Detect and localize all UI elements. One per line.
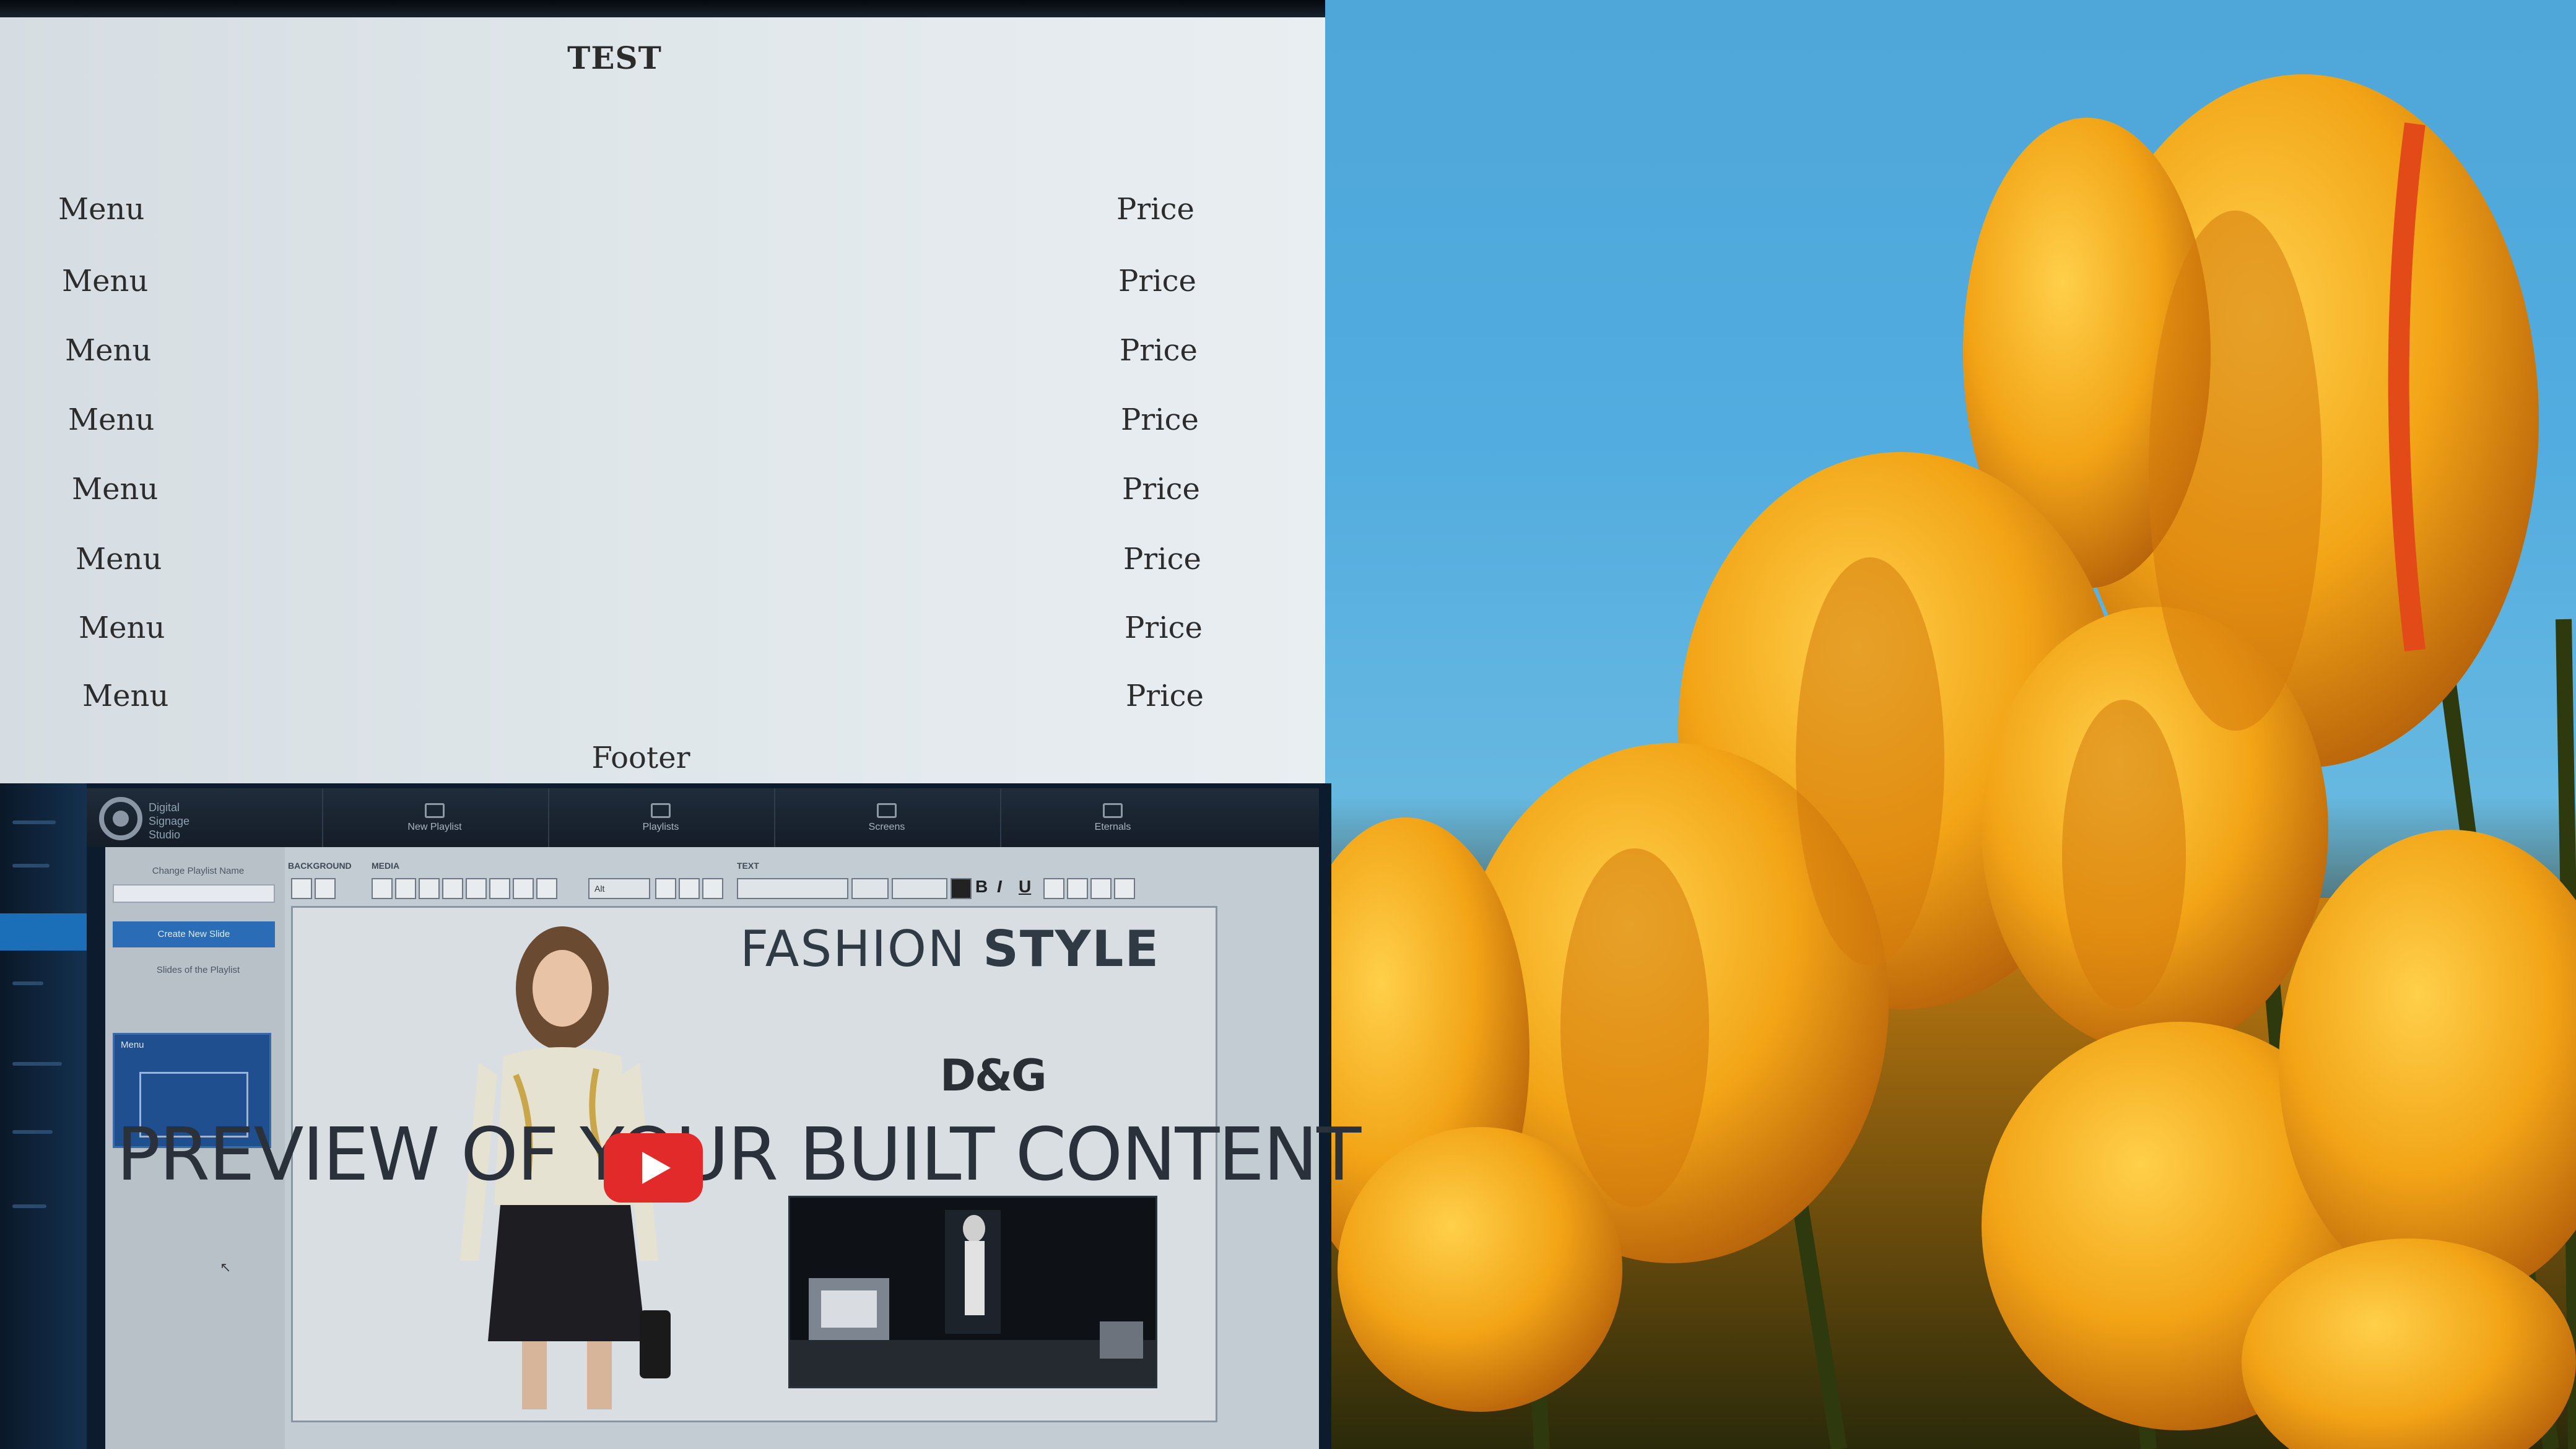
layers-icon (651, 803, 671, 818)
menu-row: Menu Price (0, 679, 1328, 728)
media-label: MEDIA (372, 861, 400, 871)
align-left-icon[interactable] (1043, 878, 1064, 899)
tab-label: Eternals (1094, 822, 1131, 832)
playlist-name-label: Change Playlist Name (152, 866, 245, 876)
youtube-play-icon[interactable] (604, 1133, 703, 1203)
monitor-icon (877, 803, 897, 818)
tab-eternals[interactable]: Eternals (1000, 788, 1224, 847)
menu-row: Menu Price (0, 192, 1328, 242)
menu-row: Menu Price (0, 264, 1328, 313)
rail-item[interactable] (12, 1204, 46, 1208)
align-justify-icon[interactable] (1114, 878, 1135, 899)
menu-item-name: Menu (65, 333, 152, 368)
app-brand: Digital Signage Studio (149, 801, 190, 841)
cms-nav-rail (0, 783, 87, 1449)
rail-item[interactable] (12, 981, 43, 985)
tab-label: Playlists (642, 822, 679, 832)
menu-item-name: Menu (82, 679, 169, 713)
font-family-select[interactable] (737, 878, 848, 899)
menu-board: TEST Menu Price Menu Price Menu Price Me… (0, 17, 1328, 785)
menu-item-name: Menu (68, 402, 155, 437)
rail-item[interactable] (12, 864, 50, 868)
slides-label: Slides of the Playlist (156, 965, 240, 975)
cms-top-navigation: Digital Signage Studio New Playlist Play… (87, 788, 1319, 847)
menu-item-price: Price (1118, 264, 1196, 298)
menu-list: Menu Price Menu Price Menu Price Menu Pr… (0, 17, 1328, 760)
runway-scene (790, 1210, 1155, 1386)
runway-video-thumbnail[interactable] (788, 1196, 1157, 1388)
text-color-button[interactable] (951, 878, 972, 899)
bold-button[interactable]: B (975, 877, 991, 899)
line-height-select[interactable] (892, 878, 947, 899)
menu-item-name: Menu (58, 192, 145, 227)
mouse-cursor-icon: ↖ (220, 1260, 232, 1276)
tab-playlists[interactable]: Playlists (548, 788, 772, 847)
menu-item-price: Price (1121, 402, 1199, 437)
canvas-brand-logo[interactable]: D&G (940, 1050, 1047, 1101)
alignment-select[interactable]: Alt (588, 878, 650, 899)
color-swatch-button[interactable] (291, 878, 312, 899)
text-icon[interactable] (395, 878, 416, 899)
tulip-illustration (1325, 74, 2576, 1449)
menu-row: Menu Price (0, 333, 1328, 383)
image-icon[interactable] (372, 878, 393, 899)
weather-icon[interactable] (513, 878, 534, 899)
slide-card-name: Menu (121, 1040, 144, 1050)
tab-label: Screens (868, 822, 905, 832)
tab-label: New Playlist (407, 822, 462, 832)
italic-button[interactable]: I (997, 877, 1013, 899)
tab-screens[interactable]: Screens (774, 788, 998, 847)
menu-item-name: Menu (62, 264, 149, 298)
clock-icon[interactable] (489, 878, 510, 899)
link-icon[interactable] (536, 878, 557, 899)
menu-item-price: Price (1116, 192, 1194, 227)
rail-active-item[interactable] (0, 913, 87, 951)
menu-row: Menu Price (0, 402, 1328, 452)
rail-item[interactable] (12, 820, 56, 824)
align-right-icon[interactable] (1090, 878, 1112, 899)
headline-light: FASHION (740, 920, 983, 978)
grid-icon[interactable] (442, 878, 463, 899)
create-slide-button[interactable]: Create New Slide (113, 921, 275, 947)
menu-footer: Footer (591, 741, 690, 775)
menu-row: Menu Price (0, 611, 1328, 660)
align-center-icon[interactable] (679, 878, 700, 899)
align-center-icon[interactable] (1067, 878, 1088, 899)
menu-row: Menu Price (0, 472, 1328, 521)
font-size-select[interactable] (851, 878, 889, 899)
background-label: BACKGROUND (288, 861, 352, 871)
menu-item-price: Price (1120, 333, 1198, 368)
rail-item[interactable] (12, 1062, 62, 1066)
menu-row: Menu Price (0, 542, 1328, 591)
menu-item-price: Price (1126, 679, 1204, 713)
tab-new-playlist[interactable]: New Playlist (322, 788, 546, 847)
video-icon[interactable] (419, 878, 440, 899)
menu-item-name: Menu (76, 542, 162, 577)
menu-item-price: Price (1122, 472, 1200, 507)
underline-button[interactable]: U (1019, 877, 1035, 899)
menu-item-name: Menu (79, 611, 165, 645)
image-background-button[interactable] (315, 878, 336, 899)
monitor-icon (425, 803, 445, 818)
monitor-icon (1103, 803, 1123, 818)
text-label: TEXT (737, 861, 759, 871)
align-right-icon[interactable] (702, 878, 723, 899)
menu-item-price: Price (1123, 542, 1201, 577)
app-logo-icon (99, 797, 142, 840)
playlist-name-input[interactable] (113, 884, 275, 903)
headline-bold: STYLE (983, 920, 1160, 978)
list-icon[interactable] (466, 878, 487, 899)
align-left-icon[interactable] (655, 878, 676, 899)
menu-item-price: Price (1125, 611, 1203, 645)
menu-item-name: Menu (72, 472, 159, 507)
rail-item[interactable] (12, 1130, 53, 1134)
canvas-headline[interactable]: FASHION STYLE (740, 920, 1160, 978)
tulip-photo (1325, 0, 2576, 1449)
